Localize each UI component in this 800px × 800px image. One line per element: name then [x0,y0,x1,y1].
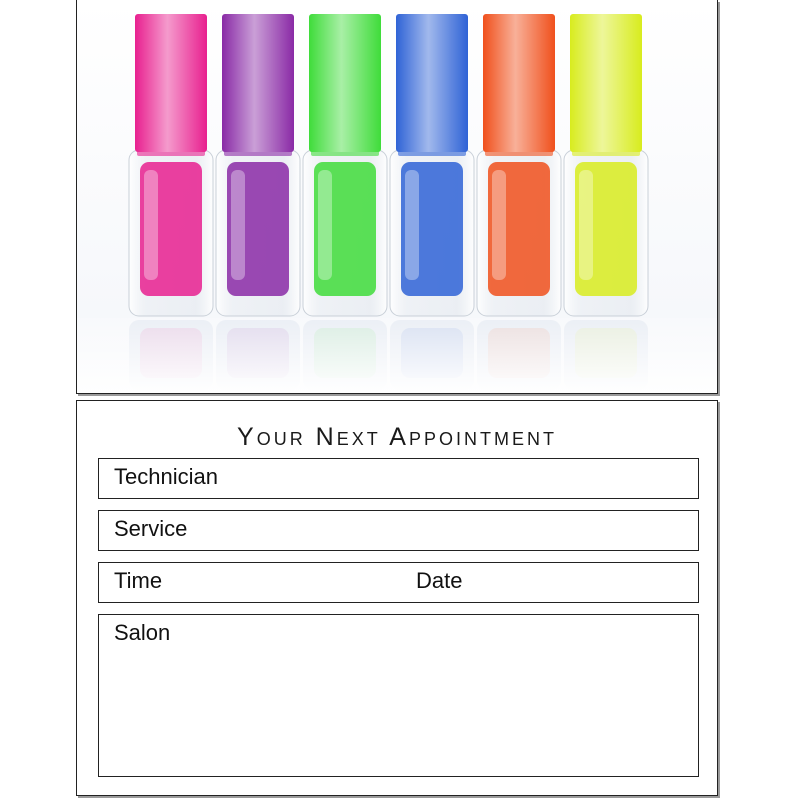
time-label: Time [114,568,163,593]
service-field[interactable]: Service [98,510,699,551]
time-date-field[interactable]: Time Date [98,562,699,603]
nail-polish-photo [77,0,717,393]
salon-label: Salon [114,620,171,645]
card-front [76,0,718,394]
technician-label: Technician [114,464,218,489]
salon-field[interactable]: Salon [98,614,699,777]
service-label: Service [114,516,188,541]
date-label: Date [416,568,463,593]
appointment-card: Your Next Appointment Technician Service… [76,400,718,796]
card-heading: Your Next Appointment [237,423,557,451]
technician-field[interactable]: Technician [98,458,699,499]
